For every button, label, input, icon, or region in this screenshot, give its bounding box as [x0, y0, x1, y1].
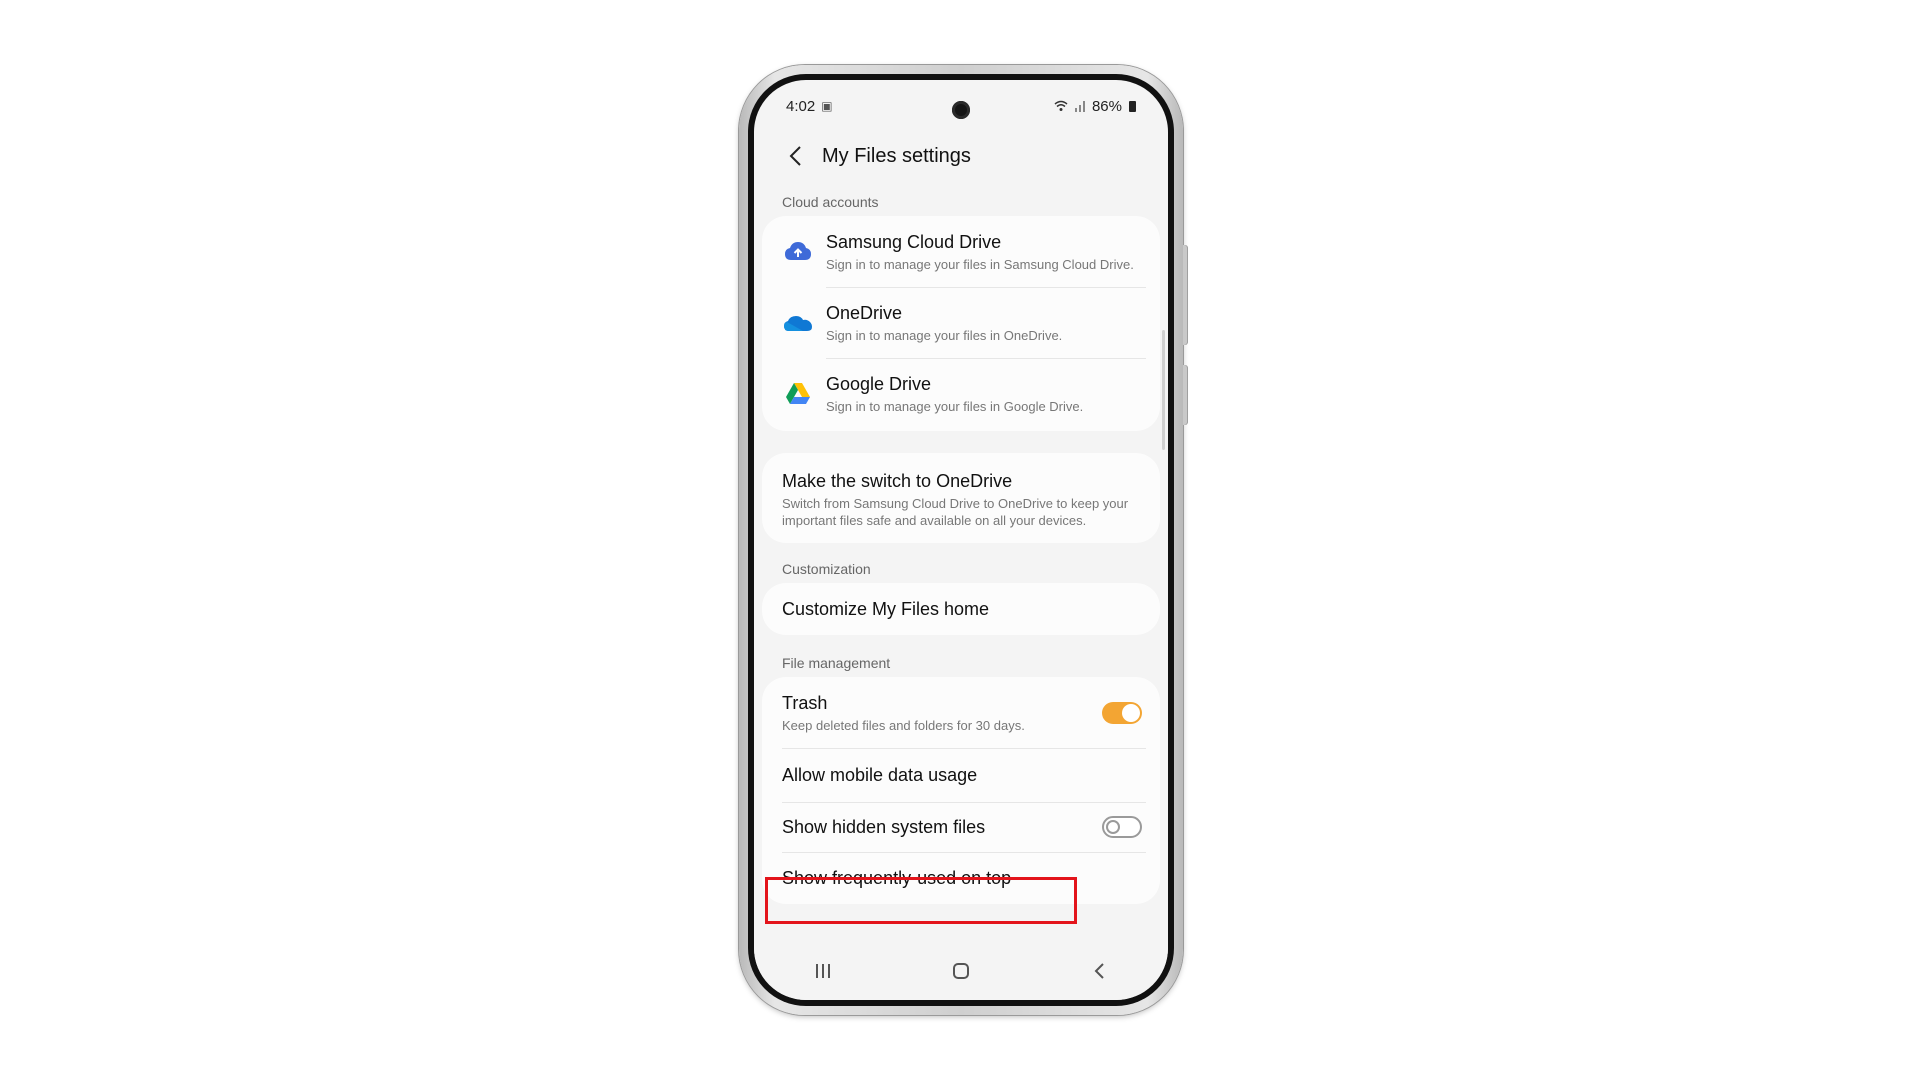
signal-icon — [1074, 101, 1085, 112]
customization-card: Customize My Files home — [762, 583, 1160, 635]
phone-bezel: 4:02 ▣ 86% My Files settings Cloud accou… — [748, 74, 1174, 1006]
nav-back-button[interactable] — [1069, 962, 1129, 980]
promo-title: Make the switch to OneDrive — [782, 471, 1013, 491]
cloud-item-onedrive[interactable]: OneDrive Sign in to manage your files in… — [762, 287, 1160, 358]
file-management-card: Trash Keep deleted files and folders for… — [762, 677, 1160, 904]
hidden-files-toggle[interactable] — [1102, 816, 1142, 838]
wifi-icon — [1054, 100, 1068, 111]
item-subtitle: Sign in to manage your files in Google D… — [826, 399, 1084, 414]
mobile-data-item[interactable]: Allow mobile data usage — [762, 748, 1160, 802]
nav-back-icon — [1094, 963, 1104, 979]
page-title: My Files settings — [822, 144, 971, 167]
samsung-cloud-icon — [782, 236, 814, 268]
app-header: My Files settings — [754, 130, 1168, 182]
item-title: Trash — [782, 693, 828, 713]
home-icon — [953, 963, 969, 979]
item-title: OneDrive — [826, 303, 903, 323]
onedrive-icon — [782, 307, 814, 339]
item-title: Samsung Cloud Drive — [826, 232, 1002, 252]
settings-list[interactable]: Cloud accounts Samsung Cloud Drive Sign … — [754, 188, 1168, 940]
scrollbar[interactable] — [1162, 330, 1165, 450]
trash-toggle[interactable] — [1102, 701, 1142, 724]
phone-frame: 4:02 ▣ 86% My Files settings Cloud accou… — [739, 65, 1188, 1015]
back-arrow-icon — [789, 146, 801, 166]
battery-percent: 86% — [1091, 97, 1122, 115]
item-title: Show frequently-used on top — [782, 868, 1012, 888]
cloud-accounts-card: Samsung Cloud Drive Sign in to manage yo… — [762, 216, 1160, 431]
customize-home-item[interactable]: Customize My Files home — [762, 583, 1160, 635]
volume-button — [1183, 245, 1188, 345]
phone-screen: 4:02 ▣ 86% My Files settings Cloud accou… — [754, 80, 1168, 1000]
recents-button[interactable] — [793, 963, 853, 979]
screenshot-icon: ▣ — [821, 99, 833, 113]
item-subtitle: Sign in to manage your files in OneDrive… — [826, 328, 1063, 343]
hidden-files-item[interactable]: Show hidden system files — [762, 802, 1160, 852]
status-time: 4:02 — [786, 97, 816, 115]
item-title: Customize My Files home — [782, 599, 990, 619]
cloud-item-samsung[interactable]: Samsung Cloud Drive Sign in to manage yo… — [762, 216, 1160, 287]
item-subtitle: Keep deleted files and folders for 30 da… — [782, 718, 1025, 733]
battery-icon — [1129, 100, 1136, 112]
power-button — [1183, 365, 1188, 425]
trash-item[interactable]: Trash Keep deleted files and folders for… — [762, 677, 1160, 748]
onedrive-promo-item[interactable]: Make the switch to OneDrive Switch from … — [762, 453, 1160, 543]
section-title-customization: Customization — [782, 561, 871, 577]
onedrive-promo-card: Make the switch to OneDrive Switch from … — [762, 453, 1160, 543]
promo-subtitle: Switch from Samsung Cloud Drive to OneDr… — [782, 496, 1129, 528]
section-title-cloud: Cloud accounts — [782, 194, 879, 210]
back-button[interactable] — [776, 145, 814, 167]
item-title: Google Drive — [826, 374, 932, 394]
recents-icon — [816, 964, 830, 978]
home-button[interactable] — [931, 962, 991, 980]
frequently-used-item[interactable]: Show frequently-used on top — [762, 852, 1160, 904]
section-title-file-management: File management — [782, 655, 891, 671]
status-bar: 4:02 ▣ 86% — [786, 94, 1136, 118]
cloud-item-google-drive[interactable]: Google Drive Sign in to manage your file… — [762, 358, 1160, 431]
item-title: Show hidden system files — [782, 817, 986, 837]
google-drive-icon — [782, 378, 814, 410]
item-subtitle: Sign in to manage your files in Samsung … — [826, 257, 1134, 272]
nav-bar — [754, 942, 1168, 1000]
item-title: Allow mobile data usage — [782, 765, 978, 785]
